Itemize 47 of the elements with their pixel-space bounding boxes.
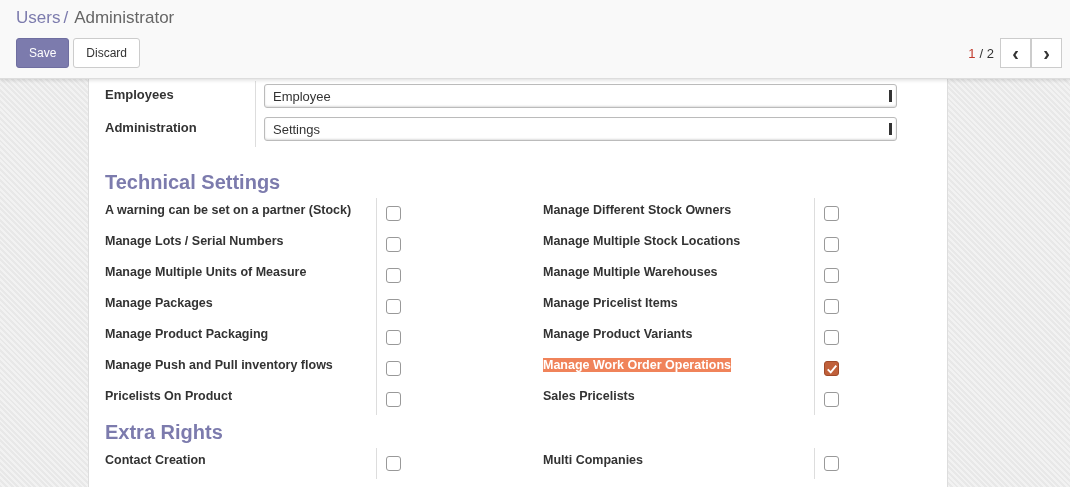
checkbox[interactable] [824,330,839,345]
checkbox[interactable] [824,237,839,252]
next-button[interactable]: › [1031,38,1062,68]
option-label: Manage Pricelist Items [543,296,678,310]
breadcrumb-separator: / [63,8,69,29]
checkbox[interactable] [386,299,401,314]
checkbox[interactable] [824,456,839,471]
previous-button[interactable]: ‹ [1000,38,1031,68]
option-label: Manage Multiple Units of Measure [105,265,307,279]
option-label: Manage Multiple Warehouses [543,265,718,279]
option-label: Contact Creation [105,453,206,467]
section-title: Technical Settings [105,171,282,194]
option-label: Sales Pricelists [543,389,635,403]
checkbox[interactable] [824,361,839,376]
option-label: A warning can be set on a partner (Stock) [105,203,352,217]
checkbox[interactable] [386,361,401,376]
option-label: Manage Multiple Stock Locations [543,234,741,248]
checkbox[interactable] [824,299,839,314]
option-label: Pricelists On Product [105,389,233,403]
discard-button[interactable]: Discard [73,38,141,68]
option-label: Manage Different Stock Owners [543,203,732,217]
select-field[interactable]: Employee [264,84,897,108]
checkbox[interactable] [386,206,401,221]
option-label: Manage Lots / Serial Numbers [105,234,284,248]
checkbox[interactable] [386,330,401,345]
checkbox[interactable] [824,206,839,221]
option-label: Manage Packages [105,296,213,310]
checkbox[interactable] [386,237,401,252]
option-label: Manage Product Variants [543,327,693,341]
checkbox[interactable] [824,392,839,407]
option-label: Manage Push and Pull inventory flows [105,358,333,372]
breadcrumb-current: Administrator [74,8,175,29]
checkbox[interactable] [386,268,401,283]
field-label: Administration [105,119,198,137]
checkbox[interactable] [386,392,401,407]
pager-current: 1 [968,45,976,61]
breadcrumb-link[interactable]: Users [16,8,61,32]
option-label: Manage Work Order Operations [543,358,731,372]
checkbox[interactable] [824,268,839,283]
checkbox[interactable] [386,456,401,471]
option-label: Manage Product Packaging [105,327,269,341]
pager-total: / 2 [979,45,994,61]
save-button[interactable]: Save [16,38,70,68]
option-label: Multi Companies [543,453,643,467]
field-label: Employees [105,86,175,104]
section-title: Extra Rights [105,421,224,444]
select-field[interactable]: Settings [264,117,897,141]
